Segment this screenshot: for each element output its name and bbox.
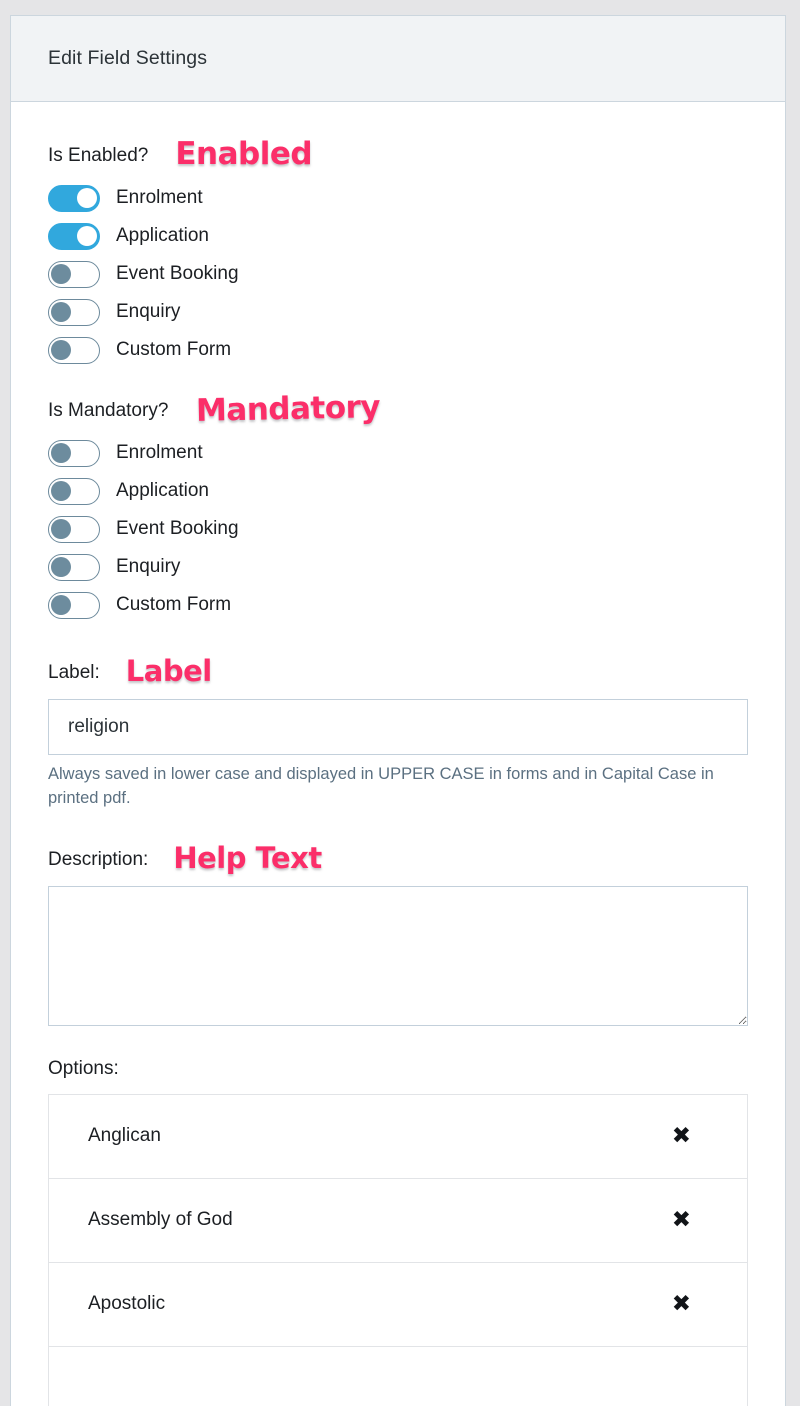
toggle-knob	[77, 226, 97, 246]
delete-option-icon[interactable]: ✖	[664, 1121, 699, 1152]
is-enabled-label: Is Enabled?	[48, 145, 149, 166]
annotation-mandatory: Mandatory	[194, 387, 383, 431]
edit-field-settings-card: Edit Field Settings Is Enabled? Enabled …	[10, 15, 786, 1406]
option-name: Anglican	[88, 1125, 161, 1147]
toggle-knob	[51, 340, 71, 360]
label-field-heading: Label: Label	[48, 654, 748, 688]
options-block: Options: Anglican ✖ Assembly of God ✖ Ap…	[48, 1058, 748, 1406]
toggle-knob	[51, 443, 71, 463]
toggle-row: Event Booking	[48, 510, 748, 548]
toggle-label: Event Booking	[116, 263, 239, 284]
description-textarea[interactable]	[48, 885, 748, 1026]
toggle-knob	[51, 595, 71, 615]
toggle-knob	[51, 481, 71, 501]
description-field-caption: Description:	[48, 848, 149, 870]
toggle-row: Application	[48, 217, 748, 255]
page-title: Edit Field Settings	[48, 47, 208, 69]
toggle-row: Enquiry	[48, 293, 748, 331]
options-caption: Options:	[48, 1057, 119, 1079]
card-header: Edit Field Settings	[11, 16, 785, 102]
toggle-enabled-application[interactable]	[48, 222, 100, 250]
toggle-row: Enrolment	[48, 434, 748, 472]
delete-option-icon[interactable]: ✖	[664, 1205, 699, 1236]
toggle-row: Enquiry	[48, 548, 748, 586]
delete-option-icon[interactable]: ✖	[664, 1289, 699, 1320]
description-field-block: Description: Help Text	[48, 841, 748, 1026]
annotation-enabled: Enabled	[173, 136, 314, 172]
annotation-help-text: Help Text	[171, 840, 324, 875]
toggle-row: Custom Form	[48, 331, 748, 369]
toggle-row: Enrolment	[48, 179, 748, 217]
toggle-enabled-event-booking[interactable]	[48, 260, 100, 288]
toggle-label: Application	[116, 225, 209, 246]
toggle-row: Application	[48, 472, 748, 510]
toggle-label: Enquiry	[116, 556, 181, 577]
toggle-enabled-enquiry[interactable]	[48, 298, 100, 326]
toggle-mandatory-event-booking[interactable]	[48, 515, 100, 543]
toggle-mandatory-enquiry[interactable]	[48, 553, 100, 581]
toggle-mandatory-enrolment[interactable]	[48, 439, 100, 467]
option-name: Apostolic	[88, 1293, 166, 1315]
description-field-heading: Description: Help Text	[48, 841, 748, 875]
is-enabled-heading: Is Enabled? Enabled	[48, 136, 748, 172]
card-body: Is Enabled? Enabled Enrolment Applicatio…	[11, 102, 785, 1406]
option-row[interactable]: Anglican ✖	[49, 1094, 747, 1179]
toggle-enabled-custom-form[interactable]	[48, 336, 100, 364]
toggle-enabled-enrolment[interactable]	[48, 184, 100, 212]
option-name: Assembly of God	[88, 1209, 233, 1231]
option-row[interactable]: Assembly of God ✖	[49, 1178, 747, 1263]
option-row[interactable]: Apostolic ✖	[49, 1262, 747, 1347]
toggle-knob	[51, 557, 71, 577]
is-enabled-toggle-list: Enrolment Application Event Booking Enqu…	[48, 179, 748, 369]
toggle-label: Event Booking	[116, 518, 239, 539]
toggle-row: Custom Form	[48, 586, 748, 624]
is-mandatory-heading: Is Mandatory? Mandatory	[48, 387, 748, 431]
toggle-label: Enrolment	[116, 187, 203, 208]
toggle-mandatory-custom-form[interactable]	[48, 591, 100, 619]
label-input[interactable]	[48, 699, 748, 755]
toggle-knob	[51, 519, 71, 539]
options-list: Anglican ✖ Assembly of God ✖ Apostolic ✖	[48, 1093, 748, 1406]
toggle-label: Enrolment	[116, 442, 203, 463]
label-help-note: Always saved in lower case and displayed…	[48, 765, 714, 807]
label-field-block: Label: Label Always saved in lower case …	[48, 654, 748, 811]
toggle-label: Custom Form	[116, 594, 232, 615]
toggle-label: Application	[116, 480, 209, 501]
toggle-mandatory-application[interactable]	[48, 477, 100, 505]
toggle-knob	[77, 188, 97, 208]
is-mandatory-toggle-list: Enrolment Application Event Booking Enqu…	[48, 434, 748, 624]
toggle-label: Enquiry	[116, 301, 181, 322]
toggle-row: Event Booking	[48, 255, 748, 293]
label-field-caption: Label:	[48, 662, 100, 683]
toggle-knob	[51, 264, 71, 284]
annotation-label: Label	[124, 654, 214, 688]
option-row-partial[interactable]	[49, 1346, 747, 1406]
toggle-label: Custom Form	[116, 339, 232, 360]
toggle-knob	[51, 302, 71, 322]
page-root: Edit Field Settings Is Enabled? Enabled …	[0, 0, 800, 1406]
is-mandatory-label: Is Mandatory?	[48, 400, 169, 421]
